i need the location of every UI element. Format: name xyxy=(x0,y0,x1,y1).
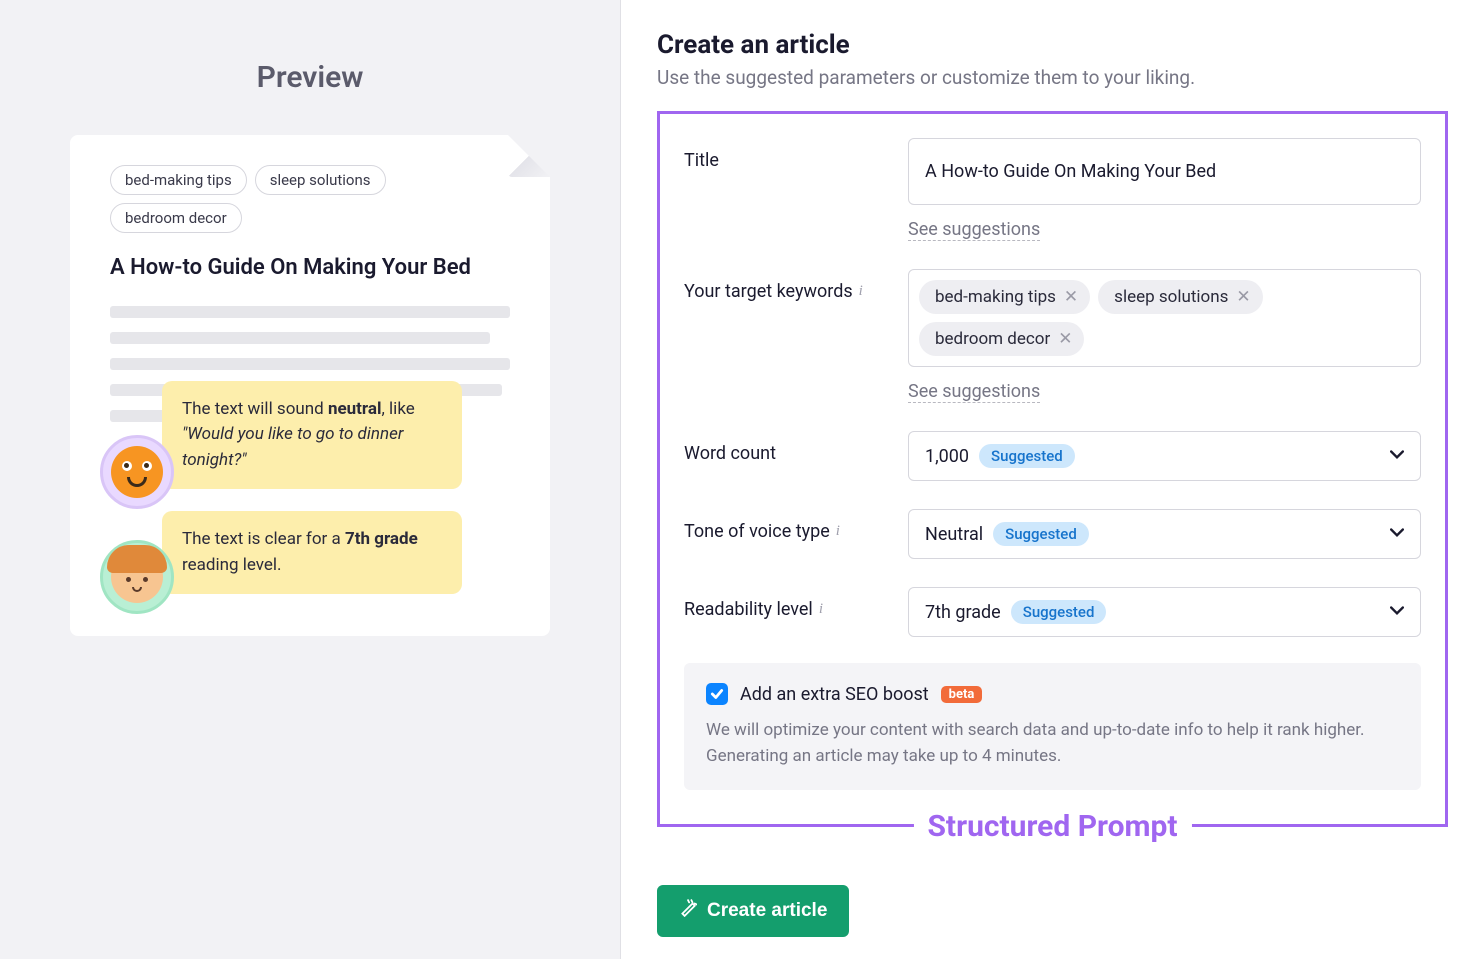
tone-avatar-icon xyxy=(100,435,174,509)
preview-tag: sleep solutions xyxy=(255,165,386,195)
suggested-badge: Suggested xyxy=(1011,600,1107,624)
form-heading: Create an article xyxy=(657,30,1448,60)
tone-select[interactable]: Neutral Suggested xyxy=(908,509,1421,559)
bubble-text: The text is clear for a xyxy=(182,529,345,549)
readability-value: 7th grade xyxy=(925,602,1001,623)
chevron-down-icon xyxy=(1390,524,1404,545)
seo-label: Add an extra SEO boost xyxy=(740,684,929,705)
keyword-chip: sleep solutions ✕ xyxy=(1098,280,1262,314)
title-suggestions-link[interactable]: See suggestions xyxy=(908,219,1040,241)
readability-bubble-group: The text is clear for a 7th grade readin… xyxy=(100,511,520,594)
preview-tag-row: bed-making tips sleep solutions bedroom … xyxy=(110,165,510,233)
bubble-bold: neutral xyxy=(328,399,382,419)
readability-avatar-icon xyxy=(100,540,174,614)
suggested-badge: Suggested xyxy=(993,522,1089,546)
magic-wand-icon xyxy=(679,899,697,923)
info-icon[interactable]: i xyxy=(836,523,840,540)
wordcount-label: Word count xyxy=(684,431,908,464)
bubble-text: , like xyxy=(381,399,414,419)
preview-tag: bed-making tips xyxy=(110,165,247,195)
chip-text: bed-making tips xyxy=(935,287,1056,307)
wordcount-select[interactable]: 1,000 Suggested xyxy=(908,431,1421,481)
skeleton-line xyxy=(110,332,490,344)
chip-text: sleep solutions xyxy=(1114,287,1228,307)
readability-select[interactable]: 7th grade Suggested xyxy=(908,587,1421,637)
keyword-chip: bedroom decor ✕ xyxy=(919,322,1084,356)
structured-prompt-label: Structured Prompt xyxy=(913,809,1191,844)
preview-doc-title: A How-to Guide On Making Your Bed xyxy=(110,255,510,280)
form-panel: Create an article Use the suggested para… xyxy=(620,0,1484,959)
keyword-chip: bed-making tips ✕ xyxy=(919,280,1090,314)
readability-label-text: Readability level xyxy=(684,599,813,620)
wordcount-value: 1,000 xyxy=(925,446,969,467)
preview-tag: bedroom decor xyxy=(110,203,242,233)
preview-panel: Preview bed-making tips sleep solutions … xyxy=(0,0,620,959)
create-button-label: Create article xyxy=(707,900,827,922)
structured-prompt-box: Title See suggestions Your target keywor… xyxy=(657,111,1448,827)
keywords-label-text: Your target keywords xyxy=(684,281,853,302)
title-label: Title xyxy=(684,138,908,171)
title-input[interactable] xyxy=(908,138,1421,205)
bubble-text: reading level. xyxy=(182,555,282,575)
readability-bubble: The text is clear for a 7th grade readin… xyxy=(162,511,462,594)
chip-text: bedroom decor xyxy=(935,329,1050,349)
keywords-label: Your target keywords i xyxy=(684,269,908,302)
create-article-button[interactable]: Create article xyxy=(657,885,849,937)
tone-bubble-group: The text will sound neutral, like "Would… xyxy=(100,381,520,490)
remove-chip-icon[interactable]: ✕ xyxy=(1064,287,1078,307)
skeleton-line xyxy=(110,358,510,370)
skeleton-line xyxy=(110,306,510,318)
tone-bubble: The text will sound neutral, like "Would… xyxy=(162,381,462,490)
info-icon[interactable]: i xyxy=(859,283,863,300)
document-preview-card: bed-making tips sleep solutions bedroom … xyxy=(70,135,550,636)
tone-label-text: Tone of voice type xyxy=(684,521,830,542)
keywords-input[interactable]: bed-making tips ✕ sleep solutions ✕ bedr… xyxy=(908,269,1421,367)
bubble-bold: 7th grade xyxy=(345,529,418,549)
keywords-suggestions-link[interactable]: See suggestions xyxy=(908,381,1040,403)
suggested-badge: Suggested xyxy=(979,444,1075,468)
seo-description: We will optimize your content with searc… xyxy=(706,717,1399,770)
tone-label: Tone of voice type i xyxy=(684,509,908,542)
beta-badge: beta xyxy=(941,686,983,703)
readability-label: Readability level i xyxy=(684,587,908,620)
seo-boost-box: Add an extra SEO boost beta We will opti… xyxy=(684,663,1421,790)
bubble-text: The text will sound xyxy=(182,399,328,419)
remove-chip-icon[interactable]: ✕ xyxy=(1058,329,1072,349)
chevron-down-icon xyxy=(1390,446,1404,467)
tone-value: Neutral xyxy=(925,524,983,545)
info-icon[interactable]: i xyxy=(819,601,823,618)
bubble-quote: "Would you like to go to dinner tonight?… xyxy=(182,424,403,470)
form-subheading: Use the suggested parameters or customiz… xyxy=(657,66,1448,89)
page-fold-icon xyxy=(508,135,550,177)
remove-chip-icon[interactable]: ✕ xyxy=(1236,287,1250,307)
preview-heading: Preview xyxy=(40,60,580,95)
seo-checkbox[interactable] xyxy=(706,683,728,705)
chevron-down-icon xyxy=(1390,602,1404,623)
